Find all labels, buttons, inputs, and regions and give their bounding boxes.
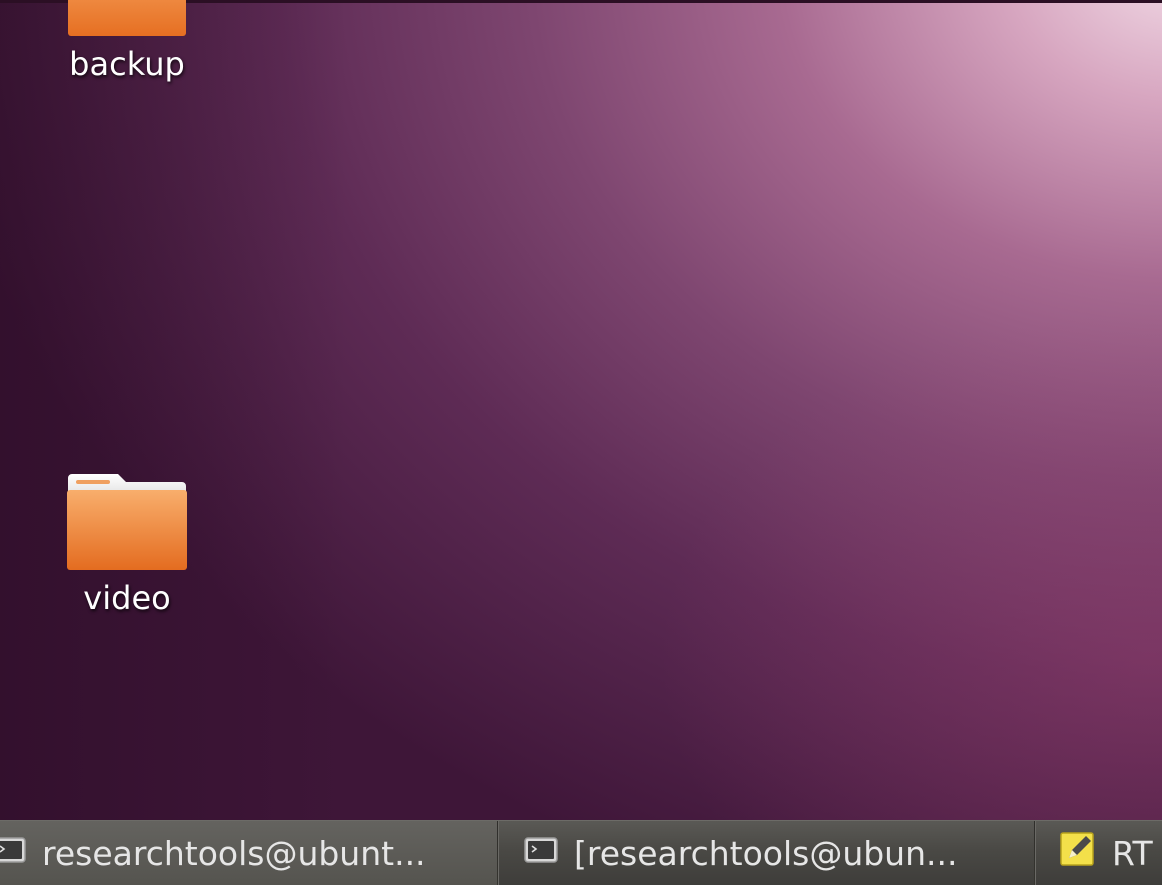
taskbar-item-terminal-2[interactable]: [researchtools@ubun... — [499, 821, 1034, 885]
taskbar: researchtools@ubunt... [researchtools@ub… — [0, 820, 1162, 885]
desktop-icon-backup[interactable]: backup — [47, 0, 207, 82]
taskbar-item-label: [researchtools@ubun... — [574, 833, 958, 873]
text-editor-icon — [1060, 832, 1096, 874]
desktop-icon-label: video — [83, 579, 171, 617]
folder-icon — [66, 472, 188, 572]
taskbar-item-label: researchtools@ubunt... — [42, 833, 426, 873]
taskbar-item-editor[interactable]: RT — [1036, 821, 1162, 885]
folder-icon — [66, 0, 188, 38]
taskbar-item-label: RT — [1112, 833, 1153, 873]
desktop-icon-label: backup — [69, 45, 185, 83]
terminal-icon — [0, 834, 26, 873]
desktop: backup video — [0, 0, 1162, 820]
taskbar-item-terminal-1[interactable]: researchtools@ubunt... — [0, 821, 497, 885]
terminal-icon — [524, 834, 558, 873]
desktop-icon-video[interactable]: video — [47, 472, 207, 616]
